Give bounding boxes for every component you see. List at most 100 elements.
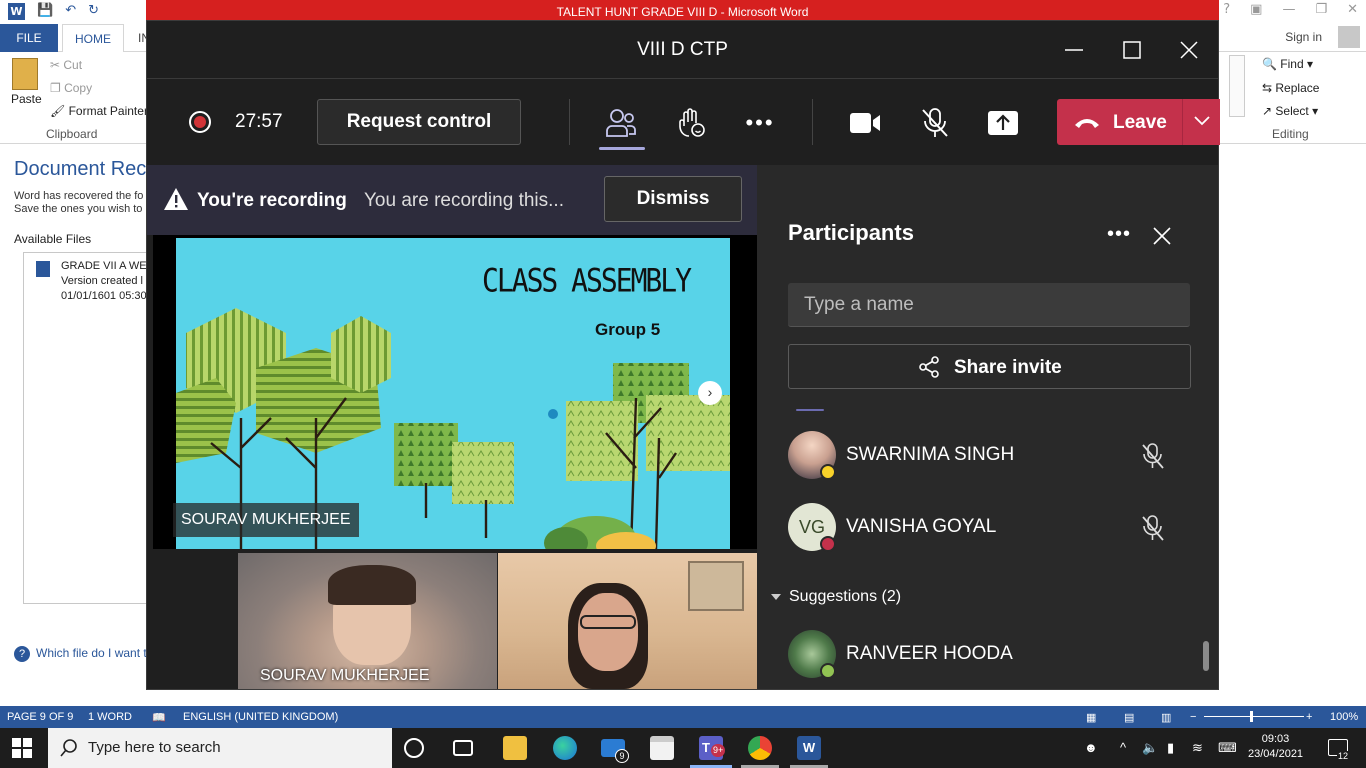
toolbar-divider [812, 99, 813, 145]
next-slide-button[interactable]: › [698, 381, 722, 405]
participants-more-icon[interactable]: ••• [1107, 223, 1131, 246]
battery-icon[interactable]: ▮ [1167, 740, 1174, 756]
maximize-icon[interactable] [1115, 33, 1149, 67]
share-content-button[interactable] [983, 103, 1023, 143]
leave-button[interactable]: Leave [1057, 99, 1182, 145]
close-icon[interactable]: ✕ [1347, 2, 1358, 17]
zoom-slider[interactable] [1204, 716, 1304, 717]
read-mode-icon[interactable]: ▦ [1086, 711, 1096, 724]
help-text: Which file do I want t [36, 646, 147, 660]
paste-icon[interactable] [12, 58, 38, 90]
camera-button[interactable] [845, 103, 885, 143]
cortana-icon[interactable] [404, 738, 424, 758]
recovered-file-item[interactable]: GRADE VII A WEE Version created l 01/01/… [61, 259, 154, 304]
warning-icon [164, 188, 188, 210]
mail-icon[interactable]: 9 [601, 739, 629, 763]
language-indicator[interactable]: ENGLISH (UNITED KINGDOM) [183, 711, 338, 723]
participant-row[interactable]: SWARNIMA SINGH [788, 431, 1190, 481]
share-icon [919, 356, 939, 378]
clipboard-group-label: Clipboard [46, 127, 98, 141]
editing-group-label: Editing [1272, 127, 1309, 141]
chrome-icon[interactable] [748, 736, 772, 760]
replace-button[interactable]: ⇆ Replace [1262, 81, 1319, 95]
minimize-icon[interactable] [1057, 33, 1091, 67]
print-layout-icon[interactable]: ▤ [1124, 711, 1134, 724]
web-layout-icon[interactable]: ▥ [1161, 711, 1171, 724]
styles-scroll[interactable] [1229, 55, 1245, 117]
task-view-icon[interactable] [453, 740, 473, 756]
request-control-button[interactable]: Request control [317, 99, 521, 145]
recovery-help-link[interactable]: ? Which file do I want t [14, 646, 147, 662]
panel-scrollbar[interactable] [1203, 641, 1209, 671]
suggestions-header[interactable]: Suggestions (2) [771, 588, 901, 606]
share-screen-icon [988, 111, 1018, 135]
leave-options-button[interactable] [1182, 99, 1220, 145]
clock-date: 23/04/2021 [1248, 748, 1304, 760]
dismiss-button[interactable]: Dismiss [604, 176, 742, 222]
wifi-icon[interactable]: ≋ [1192, 740, 1203, 756]
zoom-level[interactable]: 100% [1330, 711, 1358, 723]
status-busy-icon [820, 536, 836, 552]
show-participants-button[interactable] [601, 103, 641, 143]
undo-icon[interactable]: ↶ [65, 3, 76, 20]
edge-icon[interactable] [553, 736, 577, 760]
recovery-text-line: Word has recovered the fo [14, 190, 144, 202]
windows-taskbar: Type here to search 9 T 9+ W ☻ ^ 🔈 ▮ ≋ ⌨… [0, 728, 1366, 768]
help-icon[interactable]: ? [1223, 2, 1230, 17]
share-invite-button[interactable]: Share invite [788, 344, 1191, 389]
word-taskbar-icon[interactable]: W [797, 736, 821, 760]
notification-count: 12 [1336, 751, 1349, 761]
word-status-bar: PAGE 9 OF 9 1 WORD 📖 ENGLISH (UNITED KIN… [0, 706, 1366, 728]
find-button[interactable]: 🔍 Find ▾ [1262, 57, 1313, 71]
camera-icon [850, 113, 880, 133]
windows-start-icon[interactable] [12, 738, 32, 758]
redo-icon[interactable]: ↻ [88, 3, 99, 20]
proofing-icon[interactable]: 📖 [152, 711, 166, 724]
account-avatar[interactable] [1338, 26, 1360, 48]
show-hidden-icons-icon[interactable]: ^ [1120, 740, 1126, 755]
select-button[interactable]: ↗ Select ▾ [1262, 104, 1318, 118]
cut-button[interactable]: ✂ Cut [50, 58, 82, 72]
store-icon[interactable] [650, 736, 674, 760]
participant-row[interactable]: VG VANISHA GOYAL [788, 503, 1190, 553]
meeting-toolbar: 27:57 Request control ••• Leave [147, 79, 1220, 165]
video-name-tag: SOURAV MUKHERJEE [260, 667, 430, 684]
zoom-slider-thumb[interactable] [1250, 711, 1253, 722]
zoom-in-icon[interactable]: + [1306, 711, 1312, 723]
keyboard-icon[interactable]: ⌨ [1218, 740, 1237, 756]
people-icon[interactable]: ☻ [1084, 740, 1098, 755]
tab-file[interactable]: FILE [0, 24, 58, 52]
minimize-icon[interactable]: — [1282, 2, 1295, 17]
save-icon[interactable]: 💾 [37, 3, 53, 20]
recording-banner-title: You're recording [197, 190, 347, 211]
mute-button[interactable] [915, 103, 955, 143]
teams-title-bar: VIII D CTP [147, 21, 1218, 79]
copy-button[interactable]: ❐ Copy [50, 81, 92, 95]
paste-button[interactable]: Paste [11, 92, 42, 106]
participant-video-tile[interactable] [498, 553, 757, 689]
sign-in-link[interactable]: Sign in [1285, 30, 1322, 44]
close-panel-icon[interactable] [1151, 225, 1173, 247]
volume-icon[interactable]: 🔈 [1142, 740, 1158, 756]
teams-taskbar-icon[interactable]: T 9+ [699, 736, 726, 760]
page-count[interactable]: PAGE 9 OF 9 [7, 711, 73, 723]
suggested-participant-row[interactable]: RANVEER HOODA [788, 630, 1190, 680]
participant-video-tile[interactable]: SOURAV MUKHERJEE [238, 553, 497, 689]
zoom-out-icon[interactable]: − [1190, 711, 1196, 723]
restore-ribbon-icon[interactable]: ▣ [1250, 2, 1262, 17]
file-explorer-icon[interactable] [503, 736, 527, 760]
participant-search-input[interactable] [788, 283, 1190, 327]
close-icon[interactable] [1172, 33, 1206, 67]
document-recovery-pane: Document Rec Word has recovered the fo S… [0, 144, 154, 706]
teams-meeting-window: VIII D CTP 27:57 Request control ••• Lea… [146, 20, 1220, 690]
more-actions-icon[interactable]: ••• [740, 103, 780, 143]
system-clock[interactable]: 09:03 23/04/2021 [1248, 732, 1303, 762]
raise-hand-button[interactable] [671, 103, 711, 143]
tab-home[interactable]: HOME [62, 24, 124, 53]
word-count[interactable]: 1 WORD [88, 711, 132, 723]
format-painter-button[interactable]: 🖌 Format Painter [50, 104, 148, 118]
taskbar-search[interactable]: Type here to search [48, 728, 392, 768]
recording-indicator-icon [189, 111, 211, 133]
notification-center-icon[interactable]: 12 [1328, 739, 1349, 761]
maximize-icon[interactable]: ❐ [1315, 2, 1327, 17]
